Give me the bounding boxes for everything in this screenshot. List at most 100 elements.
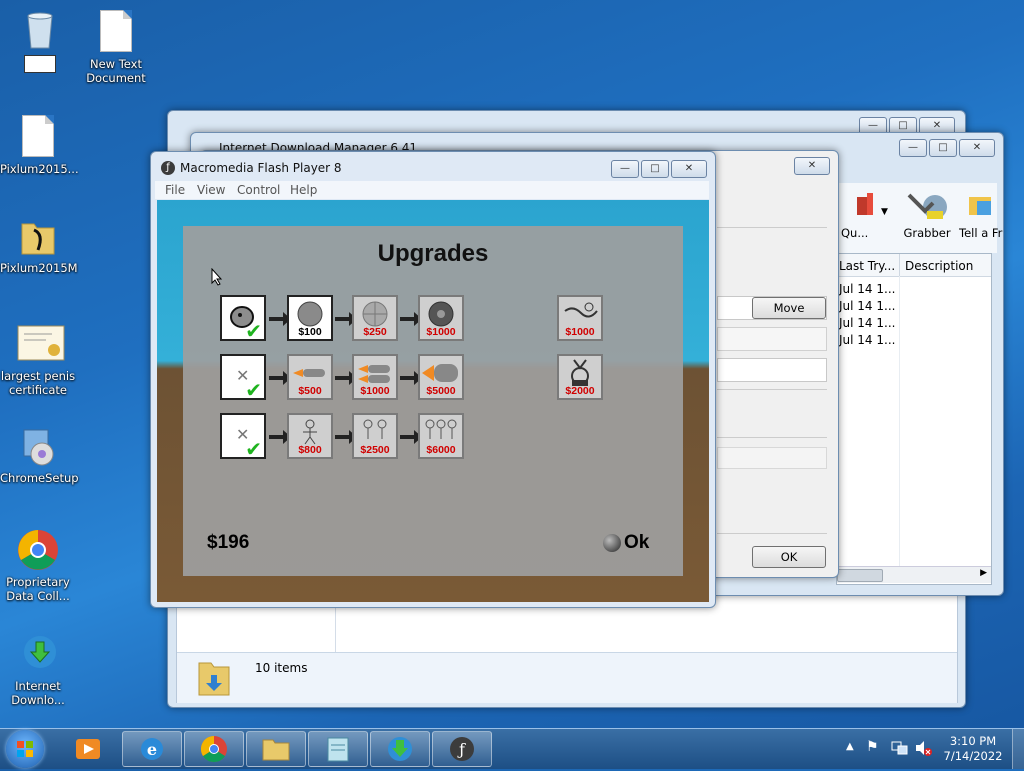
upgrades-panel: Upgrades ✔ $100 $250 $1000 ✕ ✔ $500 $100…: [183, 226, 683, 576]
media-player-icon[interactable]: [74, 735, 102, 766]
ok-button[interactable]: OK: [752, 546, 826, 568]
start-button[interactable]: [6, 730, 44, 768]
upgrade-slot[interactable]: $1000: [418, 295, 464, 341]
menu-file[interactable]: File: [165, 183, 185, 197]
text-field[interactable]: [717, 358, 827, 382]
taskbar-explorer[interactable]: [246, 731, 306, 767]
folder-icon: [16, 214, 60, 258]
desktop-icon-label: Pixlum2015M: [0, 261, 78, 275]
arrow-icon: [335, 371, 357, 385]
taskbar-ie[interactable]: e: [122, 731, 182, 767]
flash-player-icon: ƒ: [450, 737, 474, 761]
chromesetup-icon[interactable]: ChromeSetup: [0, 424, 79, 485]
upgrade-price: $1000: [565, 326, 595, 338]
arrow-icon: [335, 312, 357, 326]
maximize-button[interactable]: □: [641, 160, 669, 178]
taskbar: e ƒ ▲ ⚑ 3:10 PM 7/14/2022: [0, 728, 1024, 769]
taskbar-idm[interactable]: [370, 731, 430, 767]
menu-bar: File View Control Help: [155, 181, 709, 199]
desktop-icon-label: Internet Downlo...: [11, 679, 65, 707]
desktop-icon-label: Pixlum2015...: [0, 162, 79, 176]
minimize-button[interactable]: —: [611, 160, 639, 178]
check-icon: ✔: [245, 319, 262, 343]
money-display: $196: [207, 532, 250, 553]
folder-icon: [262, 739, 290, 761]
close-button[interactable]: ✕: [959, 139, 995, 157]
menu-control[interactable]: Control: [237, 183, 280, 197]
list-item[interactable]: Jul 14 1...: [839, 282, 895, 296]
recycle-bin-icon[interactable]: [2, 8, 78, 73]
upgrade-slot-cannon-owned[interactable]: ✔: [220, 295, 266, 341]
window-controls: — □ ✕: [611, 160, 707, 178]
taskbar-notepad[interactable]: [308, 731, 368, 767]
upgrade-slot-rocket-empty[interactable]: ✕ ✔: [220, 354, 266, 400]
flash-title: Macromedia Flash Player 8: [180, 161, 342, 175]
upgrade-slot-helper-empty[interactable]: ✕ ✔: [220, 413, 266, 459]
internet-download-manager-icon: [16, 632, 60, 676]
download-list[interactable]: Last Try... Description Jul 14 1... Jul …: [836, 253, 992, 585]
upgrade-slot[interactable]: $1000: [352, 354, 398, 400]
ball-button-icon: [603, 534, 621, 552]
idm-shortcut-icon[interactable]: Internet Downlo...: [0, 632, 76, 707]
toolbar-grabber[interactable]: Grabber: [897, 189, 957, 240]
upgrade-slot[interactable]: $2500: [352, 413, 398, 459]
queue-icon: [857, 193, 873, 215]
action-center-flag-icon[interactable]: ⚑: [866, 739, 879, 755]
menu-view[interactable]: View: [197, 183, 225, 197]
list-item[interactable]: Jul 14 1...: [839, 316, 895, 330]
show-hidden-icons-icon[interactable]: ▲: [846, 741, 854, 752]
horizontal-scrollbar[interactable]: ▶: [837, 566, 991, 583]
pixlum-folder-icon[interactable]: Pixlum2015M: [0, 214, 78, 275]
desktop-icon-label: ChromeSetup: [0, 471, 79, 485]
notepad-icon: [327, 737, 349, 762]
show-desktop-button[interactable]: [1012, 729, 1024, 769]
dropdown-arrow-icon[interactable]: ▼: [881, 207, 888, 217]
separator: [717, 437, 827, 438]
pixlum-file-icon[interactable]: Pixlum2015...: [0, 115, 79, 176]
upgrade-slot[interactable]: $500: [287, 354, 333, 400]
upgrade-price: $100: [298, 326, 322, 338]
upgrade-slot[interactable]: $5000: [418, 354, 464, 400]
toolbar-label: Tell a Fri: [959, 226, 1003, 240]
toolbar-tell-a-friend[interactable]: Tell a Fri: [959, 189, 1003, 240]
list-item[interactable]: Jul 14 1...: [839, 299, 895, 313]
upgrade-slot[interactable]: $100: [287, 295, 333, 341]
upgrade-slot[interactable]: $800: [287, 413, 333, 459]
chrome-shortcut-icon[interactable]: Proprietary Data Coll...: [0, 528, 76, 603]
column-description[interactable]: Description: [905, 259, 973, 273]
minimize-button[interactable]: —: [899, 139, 927, 157]
new-text-document-icon[interactable]: New Text Document: [78, 10, 154, 85]
flash-player-window[interactable]: ƒ Macromedia Flash Player 8 — □ ✕ File V…: [150, 151, 716, 608]
column-last-try[interactable]: Last Try...: [839, 259, 895, 273]
document-icon: [16, 115, 60, 159]
upgrade-price: $2500: [360, 444, 390, 456]
list-item[interactable]: Jul 14 1...: [839, 333, 895, 347]
clock[interactable]: 3:10 PM 7/14/2022: [938, 734, 1008, 764]
flash-stage[interactable]: Upgrades ✔ $100 $250 $1000 ✕ ✔ $500 $100…: [157, 200, 709, 602]
maximize-button[interactable]: □: [929, 139, 957, 157]
arrow-icon: [400, 312, 422, 326]
taskbar-chrome[interactable]: [184, 731, 244, 767]
info-field: [717, 327, 827, 351]
upgrade-slot[interactable]: $6000: [418, 413, 464, 459]
network-icon[interactable]: [890, 739, 908, 760]
certificate-icon[interactable]: largest penis certificate: [0, 322, 76, 397]
upgrade-slot[interactable]: $250: [352, 295, 398, 341]
arrow-icon: [269, 430, 291, 444]
taskbar-flash-player[interactable]: ƒ: [432, 731, 492, 767]
folder-download-icon: [197, 657, 233, 702]
extra-upgrade-slot[interactable]: $2000: [557, 354, 603, 400]
scrollbar-thumb[interactable]: [837, 569, 883, 582]
arrow-icon: [269, 371, 291, 385]
chrome-icon: [200, 735, 227, 763]
ok-game-button[interactable]: Ok: [603, 532, 649, 554]
volume-muted-icon[interactable]: [914, 739, 932, 760]
upgrade-price: $500: [298, 385, 322, 397]
close-button[interactable]: ✕: [671, 160, 707, 178]
details-pane: 10 items: [177, 652, 957, 703]
close-button[interactable]: ✕: [794, 157, 830, 175]
move-button[interactable]: Move: [752, 297, 826, 319]
menu-help[interactable]: Help: [290, 183, 317, 197]
scroll-right-icon[interactable]: ▶: [980, 568, 987, 578]
extra-upgrade-slot[interactable]: $1000: [557, 295, 603, 341]
